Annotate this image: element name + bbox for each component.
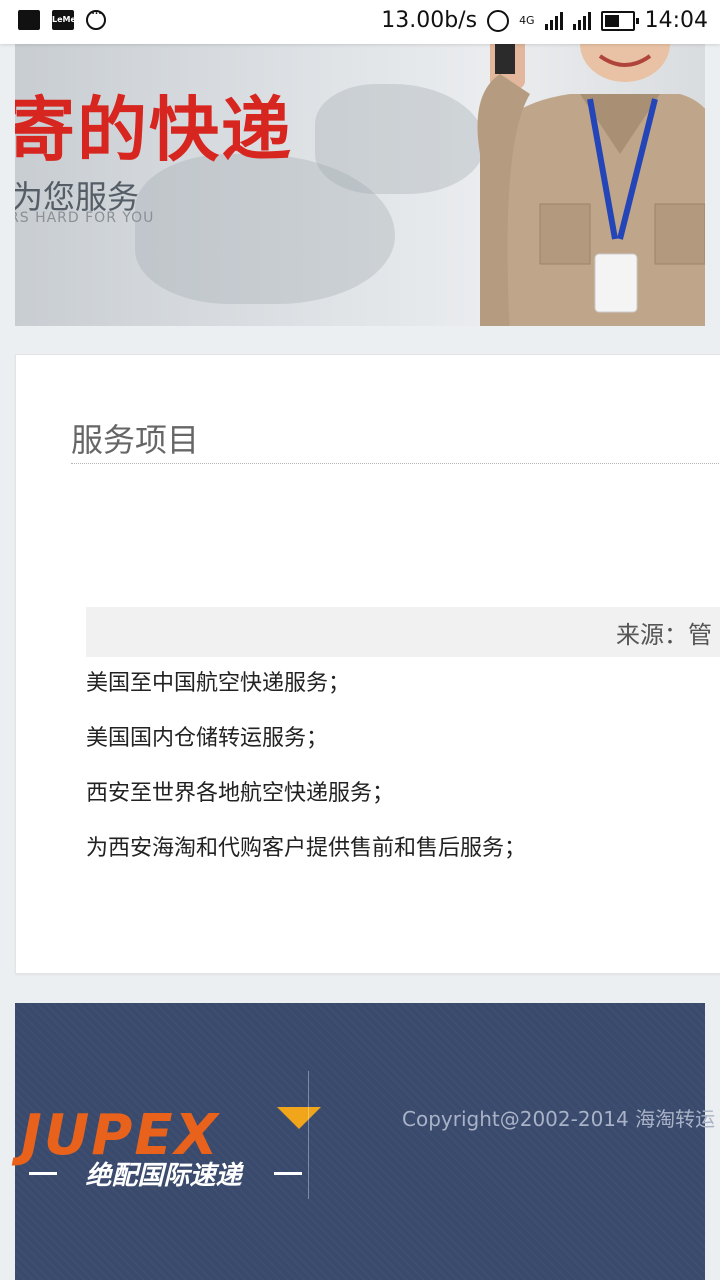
section-title: 服务项目 — [71, 415, 720, 464]
network-speed: 13.00b/s — [381, 8, 478, 33]
source-label: 来源：管 — [616, 621, 712, 649]
footer: JUPEX 绝配国际速递 Copyright@2002-2014 海淘转运 — [15, 1003, 715, 1280]
banner-english-tagline: RS HARD FOR YOU — [15, 210, 155, 226]
footer-divider — [308, 1071, 309, 1199]
list-item: 西安至世界各地航空快递服务； — [86, 781, 395, 806]
service-list: 美国至中国航空快递服务； 美国国内仓储转运服务； 西安至世界各地航空快递服务； … — [86, 658, 526, 878]
network-type: 4G — [519, 14, 535, 27]
courier-person-image — [477, 44, 705, 326]
list-item: 美国国内仓储转运服务； — [86, 726, 329, 751]
battery-icon — [600, 10, 639, 31]
hero-banner[interactable]: 寄的快递 为您服务 RS HARD FOR YOU — [15, 44, 705, 326]
jupex-logo[interactable]: JUPEX 绝配国际速递 — [21, 1103, 321, 1203]
source-bar: 来源：管 — [86, 607, 720, 657]
logo-subtitle: 绝配国际速递 — [21, 1155, 306, 1192]
status-left-icons: LeMe — [18, 6, 106, 30]
leme-icon: LeMe — [52, 10, 76, 30]
alarm-icon — [487, 9, 510, 32]
banner-headline: 寄的快递 — [15, 89, 293, 171]
logo-triangle-icon — [277, 1107, 321, 1129]
signal-icon — [544, 11, 563, 30]
more-icon — [86, 6, 106, 30]
status-bar: LeMe 13.00b/s 4G 14:04 — [0, 0, 720, 44]
list-item: 美国至中国航空快递服务； — [86, 671, 351, 696]
image-icon — [18, 10, 40, 30]
status-right: 13.00b/s 4G 14:04 — [381, 8, 708, 33]
clock: 14:04 — [644, 8, 708, 33]
service-card: 服务项目 来源：管 美国至中国航空快递服务； 美国国内仓储转运服务； 西安至世界… — [15, 354, 720, 974]
list-item: 为西安海淘和代购客户提供售前和售后服务； — [86, 836, 527, 861]
copyright-text: Copyright@2002-2014 海淘转运 — [402, 1107, 716, 1131]
signal-2-icon — [572, 11, 591, 30]
